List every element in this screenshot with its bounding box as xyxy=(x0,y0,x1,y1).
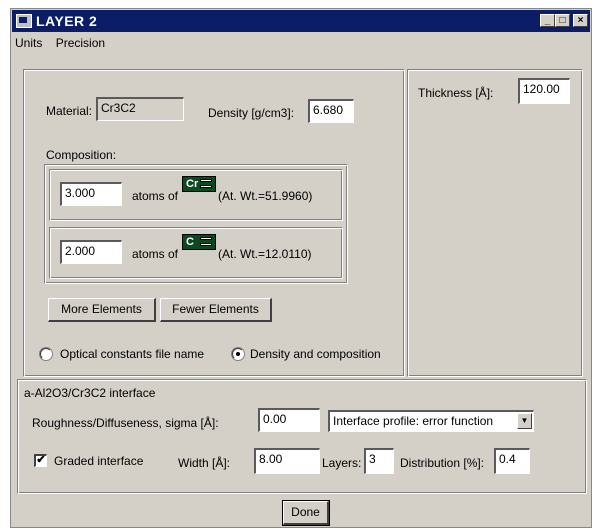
maximize-button[interactable]: □ xyxy=(555,14,570,27)
cr-element-symbol: Cr xyxy=(186,178,199,190)
interface-panel: a-Al2O3/Cr3C2 interface Roughness/Diffus… xyxy=(17,379,587,494)
close-button[interactable]: × xyxy=(573,14,588,27)
done-button[interactable]: Done xyxy=(282,500,330,526)
width-label: Width [Å]: xyxy=(178,456,231,470)
density-field[interactable]: 6.680 xyxy=(308,99,354,123)
composition-row-c: 2.000 atoms of C (At. Wt.=12.0110) xyxy=(49,227,343,279)
roughness-label: Roughness/Diffuseness, sigma [Å]: xyxy=(32,416,219,430)
window-app-icon[interactable] xyxy=(16,14,32,28)
c-element-bar-top xyxy=(200,237,212,240)
fewer-elements-button[interactable]: Fewer Elements xyxy=(160,298,272,322)
interface-profile-value: Interface profile: error function xyxy=(333,414,494,428)
more-elements-button[interactable]: More Elements xyxy=(48,298,156,322)
width-field[interactable]: 8.00 xyxy=(254,448,320,474)
cr-element-icon[interactable]: Cr xyxy=(182,176,216,192)
density-label: Density [g/cm3]: xyxy=(208,106,295,120)
graded-interface-checkbox[interactable]: ✔ xyxy=(34,454,47,467)
menu-precision[interactable]: Precision xyxy=(56,36,105,50)
composition-box: 3.000 atoms of Cr (At. Wt.=51.9960) 2.00… xyxy=(44,164,348,284)
c-atomic-weight: (At. Wt.=12.0110) xyxy=(218,247,312,261)
thickness-panel: Thickness [Å]: 120.00 xyxy=(407,69,583,377)
layer-window: LAYER 2 _ □ × Units Precision Material: … xyxy=(10,8,592,528)
dropdown-arrow-icon[interactable]: ▼ xyxy=(517,413,532,429)
cr-element-bar-bottom xyxy=(200,185,212,188)
title-bar[interactable]: LAYER 2 _ □ × xyxy=(12,10,590,32)
optical-constants-radio[interactable] xyxy=(40,348,52,360)
optical-constants-label[interactable]: Optical constants file name xyxy=(60,347,204,361)
roughness-field[interactable]: 0.00 xyxy=(258,408,320,432)
c-element-bar-bottom xyxy=(200,243,212,246)
thickness-field[interactable]: 120.00 xyxy=(518,78,570,104)
interface-profile-select[interactable]: Interface profile: error function ▼ xyxy=(328,410,534,432)
thickness-label: Thickness [Å]: xyxy=(418,86,494,100)
cr-atoms-field[interactable]: 3.000 xyxy=(60,182,122,206)
c-element-symbol: C xyxy=(186,236,194,248)
interface-title: a-Al2O3/Cr3C2 interface xyxy=(24,386,156,400)
density-composition-label[interactable]: Density and composition xyxy=(250,347,381,361)
graded-interface-label[interactable]: Graded interface xyxy=(54,454,143,468)
material-label: Material: xyxy=(46,104,93,118)
composition-label: Composition: xyxy=(46,148,117,162)
composition-row-cr: 3.000 atoms of Cr (At. Wt.=51.9960) xyxy=(49,169,343,221)
cr-atomic-weight: (At. Wt.=51.9960) xyxy=(218,189,313,203)
c-element-icon[interactable]: C xyxy=(182,234,216,250)
minimize-button[interactable]: _ xyxy=(540,14,555,27)
window-title: LAYER 2 xyxy=(36,13,98,29)
distribution-label: Distribution [%]: xyxy=(400,456,485,470)
c-atoms-of-label: atoms of xyxy=(132,247,179,261)
cr-atoms-of-label: atoms of xyxy=(132,189,179,203)
c-atoms-field[interactable]: 2.000 xyxy=(60,240,122,264)
layers-field[interactable]: 3 xyxy=(364,448,394,474)
layers-label: Layers: xyxy=(322,456,362,470)
cr-element-bar-top xyxy=(200,179,212,182)
material-panel: Material: Cr3C2 Density [g/cm3]: 6.680 C… xyxy=(23,69,405,377)
distribution-field[interactable]: 0.4 xyxy=(494,448,530,474)
material-field: Cr3C2 xyxy=(96,97,184,121)
density-composition-radio[interactable] xyxy=(232,348,244,360)
menu-bar: Units Precision xyxy=(15,36,115,54)
menu-units[interactable]: Units xyxy=(15,36,42,50)
